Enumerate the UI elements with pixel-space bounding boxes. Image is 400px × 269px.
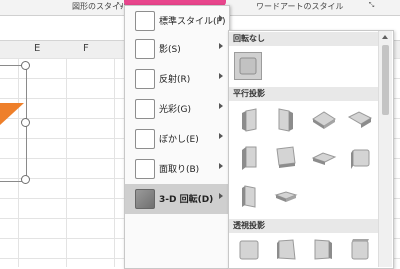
perspective-option-1[interactable]: [236, 237, 262, 263]
resize-handle-bottom-right[interactable]: [21, 175, 30, 184]
rotation-none-option[interactable]: [234, 52, 262, 80]
perspective-shape-icon: [351, 239, 369, 260]
scroll-up-icon[interactable]: [382, 35, 388, 39]
section-perspective: 透視投影: [229, 219, 381, 233]
chevron-right-icon: [219, 133, 223, 139]
menu-item-soft-edges[interactable]: ぼかし(E): [125, 124, 229, 154]
parallel-shape-icon: [242, 146, 257, 170]
parallel-option-9[interactable]: [236, 183, 262, 209]
parallel-shape-icon: [312, 111, 336, 129]
parallel-option-7[interactable]: [311, 145, 337, 171]
perspective-shape-icon: [314, 239, 332, 260]
parallel-shape-icon: [311, 152, 337, 165]
chevron-right-icon: [219, 103, 223, 109]
parallel-option-8[interactable]: [347, 145, 373, 171]
soft-edges-icon: [135, 129, 155, 149]
perspective-shape-icon: [239, 240, 259, 260]
menu-item-label: 影(S): [159, 45, 181, 55]
bevel-icon: [135, 159, 155, 179]
menu-item-shadow[interactable]: 影(S): [125, 34, 229, 64]
menu-item-preset[interactable]: 標準スタイル(P): [125, 6, 229, 36]
parallel-option-2[interactable]: [273, 107, 299, 133]
section-parallel: 平行投影: [229, 87, 381, 101]
parallel-shape-icon: [278, 108, 293, 132]
perspective-option-2[interactable]: [273, 237, 299, 263]
menu-item-label: 面取り(B): [159, 165, 200, 175]
chevron-right-icon: [219, 163, 223, 169]
parallel-option-5[interactable]: [236, 145, 262, 171]
menu-item-label: ぼかし(E): [159, 135, 199, 145]
chevron-right-icon: [219, 73, 223, 79]
chevron-right-icon: [219, 193, 223, 199]
shape-effects-menu: 標準スタイル(P) 影(S) 反射(R) 光彩(G) ぼかし(E) 面取り(B)…: [124, 5, 230, 269]
perspective-shape-icon: [277, 239, 296, 260]
column-header-f[interactable]: F: [83, 43, 89, 54]
wordart-styles-launcher-icon[interactable]: ⤡: [368, 2, 375, 9]
menu-item-label: 反射(R): [159, 75, 191, 85]
perspective-option-4[interactable]: [347, 237, 373, 263]
parallel-option-10[interactable]: [273, 183, 299, 209]
chevron-right-icon: [219, 43, 223, 49]
reflection-icon: [135, 69, 155, 89]
parallel-shape-icon: [347, 111, 373, 128]
menu-item-reflection[interactable]: 反射(R): [125, 64, 229, 94]
parallel-shape-icon: [242, 185, 256, 208]
menu-item-label: 光彩(G): [159, 105, 191, 115]
parallel-option-6[interactable]: [273, 145, 299, 171]
parallel-shape-icon: [274, 191, 298, 202]
chevron-right-icon: [219, 15, 223, 21]
menu-item-label: 3-D 回転(D): [159, 195, 214, 205]
section-no-rotation: 回転なし: [229, 32, 381, 46]
menu-item-3d-rotation[interactable]: 3-D 回転(D): [125, 184, 229, 214]
menu-item-bevel[interactable]: 面取り(B): [125, 154, 229, 184]
shape-styles-launcher-icon[interactable]: ⤡: [116, 2, 123, 9]
rotation-none-icon: [239, 57, 257, 75]
shadow-icon: [135, 39, 155, 59]
glow-icon: [135, 99, 155, 119]
resize-handle-right[interactable]: [21, 118, 30, 127]
scroll-thumb[interactable]: [382, 45, 389, 115]
wordart-styles-group-label: ワードアートのスタイル: [256, 2, 344, 11]
parallel-shape-icon: [242, 108, 257, 132]
menu-item-glow[interactable]: 光彩(G): [125, 94, 229, 124]
parallel-shape-icon: [351, 149, 370, 169]
perspective-option-3[interactable]: [311, 237, 337, 263]
parallel-option-3[interactable]: [311, 107, 337, 133]
3d-rotation-icon: [135, 189, 155, 209]
menu-item-label: 標準スタイル(P): [159, 17, 226, 27]
preset-icon: [135, 11, 155, 31]
gallery-scrollbar[interactable]: [378, 31, 392, 267]
parallel-option-1[interactable]: [236, 107, 262, 133]
resize-handle-top-right[interactable]: [21, 61, 30, 70]
3d-rotation-gallery: 回転なし 平行投影 透視投影: [228, 30, 394, 269]
parallel-option-4[interactable]: [347, 107, 373, 133]
column-header-e[interactable]: E: [34, 43, 40, 54]
parallel-shape-icon: [276, 146, 296, 168]
